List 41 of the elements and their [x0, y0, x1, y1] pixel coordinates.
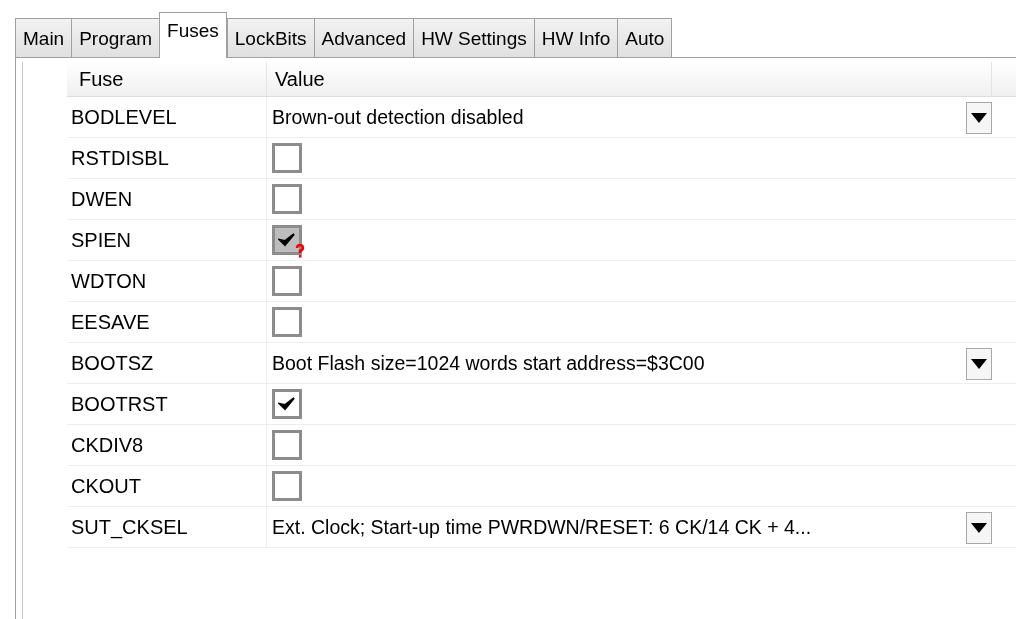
dropdown-button[interactable]: [966, 512, 992, 544]
checkbox[interactable]: [272, 266, 302, 296]
dropdown-button[interactable]: [966, 102, 992, 134]
checkbox[interactable]: [272, 307, 302, 337]
tab[interactable]: HW Settings: [413, 18, 535, 58]
select-value: Brown-out detection disabled: [272, 105, 524, 129]
fuse-name: BODLEVEL: [67, 97, 267, 137]
dropdown-button[interactable]: [966, 348, 992, 380]
fuse-name: CKDIV8: [67, 425, 267, 465]
tab[interactable]: LockBits: [226, 18, 315, 58]
column-header[interactable]: Fuse: [67, 62, 267, 96]
tab[interactable]: Program: [71, 18, 161, 58]
fuse-name: EESAVE: [67, 302, 267, 342]
fuse-name: RSTDISBL: [67, 138, 267, 178]
check-mark-icon: [278, 396, 296, 412]
caret-icon: [971, 359, 987, 369]
checkbox[interactable]: [272, 225, 302, 255]
caret-icon: [971, 523, 987, 533]
column-header[interactable]: Value: [267, 62, 992, 96]
checkbox[interactable]: [272, 430, 302, 460]
checkbox[interactable]: [272, 471, 302, 501]
fuse-name: WDTON: [67, 261, 267, 301]
fuse-name: BOOTRST: [67, 384, 267, 424]
fuse-name: DWEN: [67, 179, 267, 219]
fuse-name: CKOUT: [67, 466, 267, 506]
checkbox[interactable]: [272, 184, 302, 214]
tab[interactable]: Auto: [617, 18, 673, 58]
question-mark-icon: [295, 244, 305, 258]
tab[interactable]: Main: [15, 18, 73, 58]
fuse-name: SUT_CKSEL: [67, 507, 267, 547]
checkbox[interactable]: [272, 389, 302, 419]
fuse-name: SPIEN: [67, 220, 267, 260]
tab[interactable]: Fuses: [159, 12, 227, 58]
fuse-name: BOOTSZ: [67, 343, 267, 383]
check-mark-icon: [278, 232, 296, 248]
select-value: Boot Flash size=1024 words start address=$3C00: [272, 351, 705, 375]
checkbox[interactable]: [272, 143, 302, 173]
tab[interactable]: Advanced: [313, 18, 415, 58]
select-value: Ext. Clock; Start-up time PWRDWN/RESET: 6 CK/14 CK + 4...: [272, 515, 812, 539]
caret-icon: [971, 113, 987, 123]
tab[interactable]: HW Info: [533, 18, 619, 58]
